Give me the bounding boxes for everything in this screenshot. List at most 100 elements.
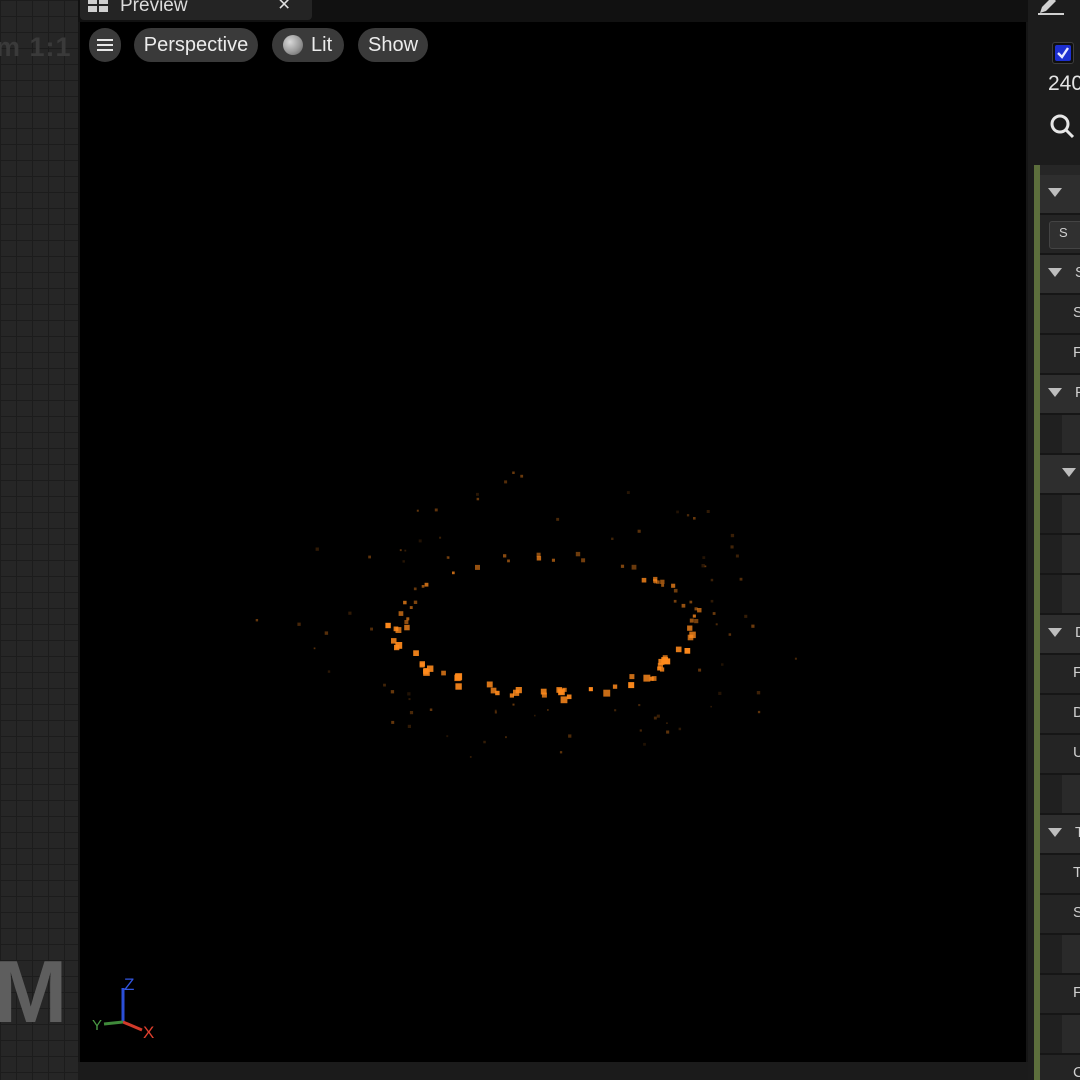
particle xyxy=(368,555,371,559)
particle xyxy=(692,614,696,618)
details-row-label: S xyxy=(1073,904,1080,921)
particle xyxy=(631,564,637,570)
tab-preview-label: Preview xyxy=(120,0,188,16)
search-icon[interactable] xyxy=(1049,113,1075,139)
particle xyxy=(413,600,418,604)
particle xyxy=(686,514,690,517)
edit-pencil-icon[interactable] xyxy=(1038,0,1064,15)
particle xyxy=(413,587,417,591)
particle xyxy=(639,729,642,732)
particle xyxy=(756,691,761,695)
lit-button[interactable]: Lit xyxy=(272,28,344,62)
chevron-down-icon xyxy=(1048,628,1062,637)
particle xyxy=(404,620,409,624)
tab-preview[interactable]: Preview × xyxy=(80,0,312,20)
particle xyxy=(551,558,555,562)
show-button[interactable]: Show xyxy=(358,28,428,62)
particle xyxy=(757,710,761,714)
details-row-label: F xyxy=(1073,984,1080,1001)
details-value-text: 240 xyxy=(1048,72,1080,95)
particle xyxy=(626,491,630,494)
axis-gizmo: Z X Y xyxy=(92,975,154,1042)
details-row-inset xyxy=(1062,535,1080,573)
details-property-row[interactable]: C xyxy=(1040,1055,1080,1080)
details-section-header[interactable]: D xyxy=(1040,615,1080,655)
particle xyxy=(406,617,410,621)
enabled-checkbox[interactable] xyxy=(1052,42,1074,64)
particle xyxy=(620,564,625,568)
particle xyxy=(370,627,373,631)
details-empty-row xyxy=(1040,1015,1080,1055)
particle xyxy=(507,559,510,563)
particle xyxy=(739,577,743,581)
details-section-header[interactable]: T xyxy=(1040,815,1080,855)
particle xyxy=(409,711,414,715)
details-section-header[interactable] xyxy=(1040,455,1080,495)
particle xyxy=(689,600,693,604)
details-empty-row xyxy=(1040,775,1080,815)
particle xyxy=(730,533,735,538)
details-property-row[interactable]: F xyxy=(1040,655,1080,695)
lit-button-label: Lit xyxy=(311,34,333,56)
particle xyxy=(505,736,507,739)
graph-editor-panel[interactable]: m 1:1 M xyxy=(0,0,78,1080)
particle xyxy=(660,579,665,584)
particle xyxy=(560,696,568,704)
details-row-label: U xyxy=(1073,744,1080,761)
particle xyxy=(678,727,682,731)
viewport-menu-button[interactable] xyxy=(89,28,121,62)
particle xyxy=(660,667,665,672)
particle xyxy=(418,539,422,543)
particle xyxy=(681,603,686,608)
details-row-inset xyxy=(1062,575,1080,613)
particle xyxy=(611,537,614,540)
preview-viewport[interactable]: Perspective Lit Show Z X Y xyxy=(80,22,1026,1062)
details-empty-row xyxy=(1040,535,1080,575)
particle xyxy=(666,730,670,734)
details-section-header[interactable] xyxy=(1040,175,1080,215)
details-section-header[interactable]: F xyxy=(1040,375,1080,415)
particle xyxy=(402,560,405,563)
particle xyxy=(612,684,618,689)
details-property-list: S S S F F D F D U T T S F C xyxy=(1040,165,1080,1080)
particle xyxy=(751,624,755,628)
particle xyxy=(486,681,493,688)
particle xyxy=(575,551,581,557)
details-property-row[interactable]: F xyxy=(1040,335,1080,375)
particle xyxy=(643,742,646,746)
particle xyxy=(520,474,524,478)
particle xyxy=(744,614,748,618)
y-axis-line xyxy=(103,1020,124,1026)
particle xyxy=(566,694,572,700)
particle xyxy=(452,571,455,575)
details-row-label: S xyxy=(1075,264,1080,281)
chevron-down-icon xyxy=(1048,388,1062,397)
particle xyxy=(390,690,395,694)
particle xyxy=(710,578,714,582)
details-property-row[interactable]: T xyxy=(1040,855,1080,895)
particle xyxy=(469,756,472,758)
details-property-row[interactable]: S xyxy=(1040,295,1080,335)
particle xyxy=(701,564,705,568)
particle xyxy=(348,611,352,615)
details-property-row[interactable]: U xyxy=(1040,735,1080,775)
details-section-header[interactable]: S xyxy=(1040,255,1080,295)
details-row-inset xyxy=(1062,935,1080,973)
details-property-row[interactable]: D xyxy=(1040,695,1080,735)
particle xyxy=(441,670,446,676)
perspective-button[interactable]: Perspective xyxy=(134,28,258,62)
particle xyxy=(643,674,651,682)
details-empty-row xyxy=(1040,935,1080,975)
x-axis-line xyxy=(122,1020,143,1032)
details-property-row[interactable]: S xyxy=(1040,895,1080,935)
details-property-row[interactable]: F xyxy=(1040,975,1080,1015)
particle xyxy=(614,709,617,712)
particle xyxy=(503,554,507,558)
details-button-row[interactable]: S xyxy=(1040,215,1080,255)
particle xyxy=(297,622,301,626)
details-row-label: S xyxy=(1073,304,1080,321)
material-watermark: M xyxy=(0,942,68,1041)
particle xyxy=(408,698,411,701)
close-icon[interactable]: × xyxy=(278,0,290,17)
particle xyxy=(675,646,682,653)
